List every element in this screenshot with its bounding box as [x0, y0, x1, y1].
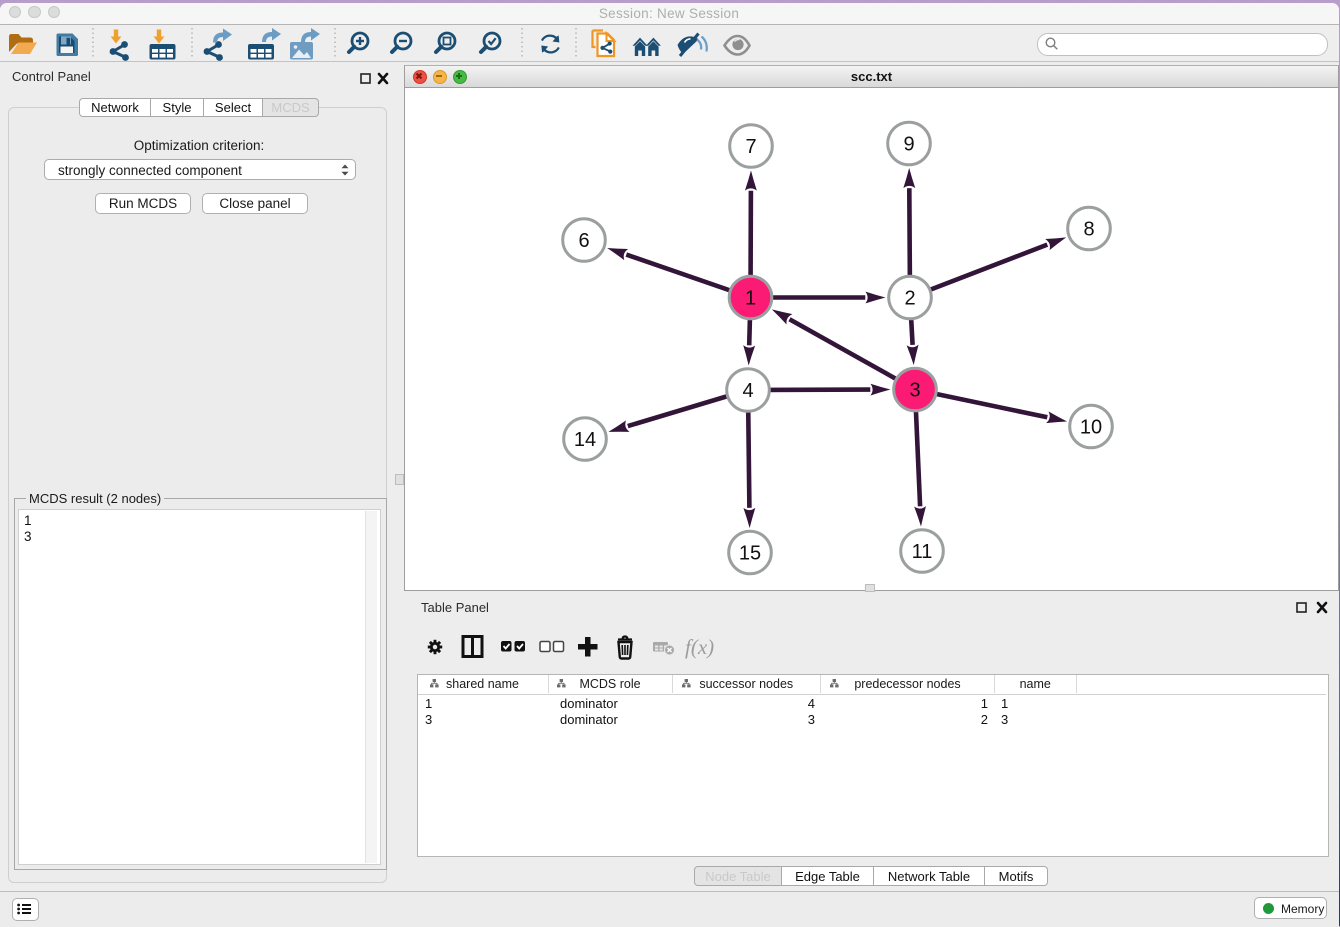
- svg-text:3: 3: [909, 380, 920, 402]
- svg-text:6: 6: [578, 230, 589, 252]
- svg-text:15: 15: [739, 543, 761, 565]
- svg-text:1: 1: [745, 288, 756, 310]
- svg-text:2: 2: [904, 288, 915, 310]
- svg-text:11: 11: [912, 541, 933, 563]
- svg-text:7: 7: [745, 136, 756, 158]
- svg-text:10: 10: [1080, 417, 1102, 439]
- svg-text:f(x): f(x): [685, 635, 714, 659]
- svg-text:14: 14: [574, 429, 596, 451]
- svg-text:8: 8: [1083, 219, 1094, 241]
- svg-text:9: 9: [903, 134, 914, 156]
- svg-text:4: 4: [742, 380, 753, 402]
